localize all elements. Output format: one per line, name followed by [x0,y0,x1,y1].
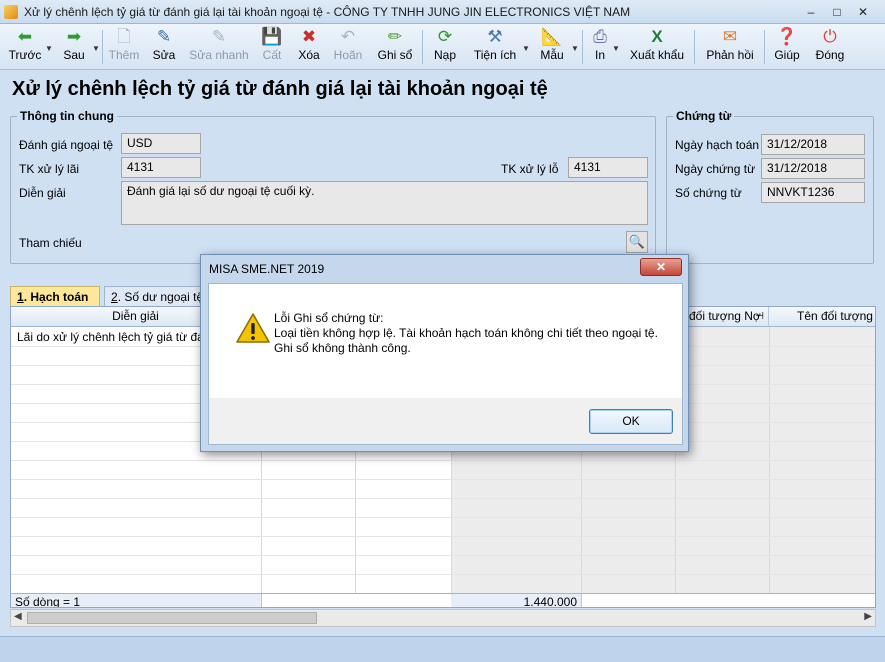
tab-accounting[interactable]: 1. Hạch toán [10,286,100,307]
close-button[interactable]: ⏻ Đóng [812,26,848,68]
status-bar [0,636,885,662]
voucher-title: Chứng từ [673,109,735,123]
general-info-group: Thông tin chung Đánh giá ngoại tệ USD TK… [10,109,656,264]
undo-button[interactable]: ↶ Hoãn [330,26,366,68]
printer-icon: ⎙ [593,27,607,46]
save-button[interactable]: 💾 Cất [258,26,286,68]
posting-date-label: Ngày hạch toán [675,138,760,152]
excel-icon: X [651,27,663,46]
column-header-debit-object[interactable]: đối tượng Nợ ⊣ [675,307,769,327]
load-button[interactable]: ⟳ Nạp [430,26,460,68]
mail-icon: ✉ [722,27,738,46]
toolbar-separator [694,30,695,64]
arrow-right-icon: ➡ [66,27,82,46]
template-dropdown-icon[interactable]: ▼ [571,44,579,53]
voucher-date-field[interactable]: 31/12/2018 [761,158,865,179]
voucher-no-field[interactable]: NNVKT1236 [761,182,865,203]
scroll-left-icon[interactable]: ◀ [14,611,22,622]
next-button[interactable]: ➡ Sau [56,26,92,68]
scroll-thumb[interactable] [27,612,317,624]
voucher-no-label: Số chứng từ [675,186,742,200]
error-result: Ghi sổ không thành công. [274,341,411,355]
export-button[interactable]: X Xuất khẩu [628,26,686,68]
add-button[interactable]: 🗋 Thêm [106,26,142,68]
window-title: Xử lý chênh lệch tỷ giá từ đánh giá lại … [24,5,631,19]
template-button[interactable]: 📐 Mẫu [536,26,568,68]
dialog-message: Lỗi Ghi sổ chứng từ: Loại tiền không hợp… [274,311,674,356]
new-document-icon: 🗋 [117,27,131,46]
post-button[interactable]: ✏ Ghi sổ [374,26,416,68]
refresh-icon: ⟳ [437,27,453,46]
back-button[interactable]: ⬅ Trước [6,26,44,68]
posting-date-field[interactable]: 31/12/2018 [761,134,865,155]
row-count: Số dòng = 1 [15,595,81,608]
back-dropdown-icon[interactable]: ▼ [45,44,53,53]
help-button[interactable]: ❓ Giúp [770,26,804,68]
dialog-close-button[interactable]: ✕ [640,258,682,276]
window-close-button[interactable]: ✕ [852,3,874,21]
edit-icon: ✎ [156,27,172,46]
page-title: Xử lý chênh lệch tỷ giá từ đánh giá lại … [12,78,548,100]
quick-edit-icon: ✎ [211,27,227,46]
error-dialog: MISA SME.NET 2019 ✕ Lỗi Ghi sổ chứng từ:… [200,254,689,452]
gain-account-label: TK xử lý lãi [19,162,80,176]
template-icon: 📐 [541,27,563,46]
voucher-date-label: Ngày chứng từ [675,162,756,176]
reference-label: Tham chiếu [19,236,82,250]
feedback-button[interactable]: ✉ Phản hồi [702,26,758,68]
grid-footer: Số dòng = 1 1.440.000 [11,593,875,608]
toolbar-separator [764,30,765,64]
app-icon [4,5,18,19]
dialog-body: Lỗi Ghi sổ chứng từ: Loại tiền không hợp… [208,283,683,398]
error-heading: Lỗi Ghi sổ chứng từ: [274,311,384,325]
currency-label: Đánh giá ngoại tệ [19,138,114,152]
utilities-dropdown-icon[interactable]: ▼ [522,44,530,53]
delete-button[interactable]: ✖ Xóa [294,26,324,68]
currency-field[interactable]: USD [121,133,201,154]
toolbar-separator [582,30,583,64]
ok-button[interactable]: OK [589,409,673,434]
window-titlebar: Xử lý chênh lệch tỷ giá từ đánh giá lại … [0,0,885,24]
post-pen-icon: ✏ [387,27,403,46]
search-reference-icon[interactable]: 🔍 [626,231,648,253]
power-icon: ⏻ [823,27,837,46]
tools-icon: ⚒ [487,27,503,46]
toolbar-separator [102,30,103,64]
utilities-button[interactable]: ⚒ Tiện ích [470,26,520,68]
pin-icon[interactable]: ⊣ [755,307,764,326]
warning-icon [236,313,270,343]
arrow-left-icon: ⬅ [17,27,33,46]
print-dropdown-icon[interactable]: ▼ [612,44,620,53]
delete-icon: ✖ [301,27,317,46]
edit-button[interactable]: ✎ Sửa [148,26,180,68]
loss-account-field[interactable]: 4131 [568,157,648,178]
voucher-group: Chứng từ Ngày hạch toán 31/12/2018 Ngày … [666,109,874,264]
dialog-title: MISA SME.NET 2019 [209,262,325,276]
footer-total: 1.440.000 [523,595,577,608]
loss-account-label: TK xử lý lỗ [501,162,559,176]
minimize-button[interactable]: – [800,3,822,21]
next-dropdown-icon[interactable]: ▼ [92,44,100,53]
dialog-footer: OK [208,398,683,445]
undo-icon: ↶ [340,27,356,46]
maximize-button[interactable]: □ [826,3,848,21]
quick-edit-button[interactable]: ✎ Sửa nhanh [188,26,250,68]
toolbar-separator [422,30,423,64]
error-detail: Loại tiền không hợp lệ. Tài khoản hạch t… [274,326,658,340]
save-icon: 💾 [261,27,283,46]
general-info-title: Thông tin chung [17,109,117,123]
column-header-object-name[interactable]: Tên đối tượng N [769,307,875,327]
gain-account-field[interactable]: 4131 [121,157,201,178]
help-icon: ❓ [776,27,798,46]
print-button[interactable]: ⎙ In [588,26,612,68]
horizontal-scrollbar[interactable]: ◀ ▶ [10,609,876,627]
tab-foreign-balance[interactable]: 2. Số dư ngoại tệ [104,286,214,307]
scroll-right-icon[interactable]: ▶ [864,611,872,622]
description-field[interactable]: Đánh giá lại số dư ngoại tệ cuối kỳ. [121,181,648,225]
toolbar: ⬅ Trước ▼ ➡ Sau ▼ 🗋 Thêm ✎ Sửa ✎ Sửa nha… [0,24,885,70]
description-label: Diễn giải [19,186,66,200]
